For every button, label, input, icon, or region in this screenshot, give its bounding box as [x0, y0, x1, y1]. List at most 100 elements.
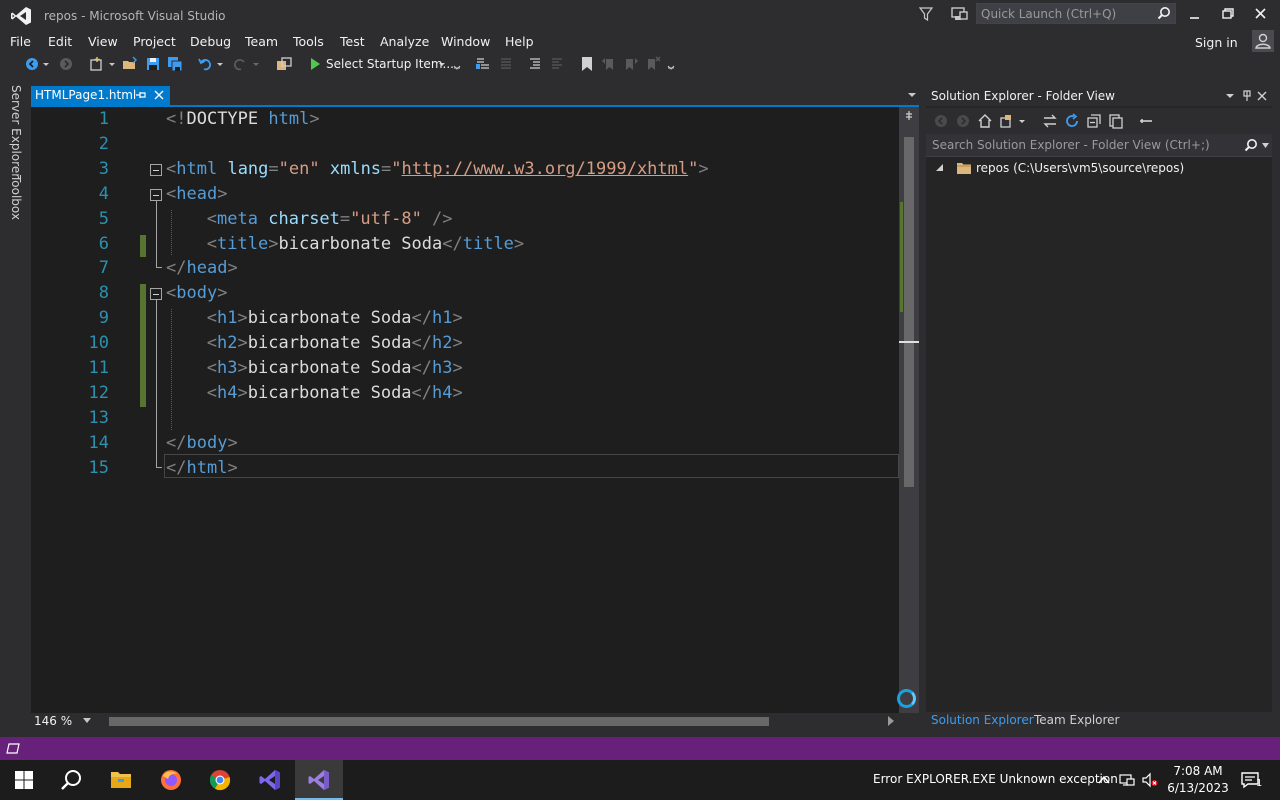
code-line[interactable]: <title>bicarbonate Soda</title> — [207, 234, 524, 254]
code-line[interactable]: <h3>bicarbonate Soda</h3> — [207, 358, 463, 378]
chevron-down-icon[interactable] — [216, 56, 224, 72]
collapse-region-icon[interactable] — [150, 163, 162, 176]
close-icon[interactable] — [1256, 90, 1268, 102]
code-line[interactable]: <h1>bicarbonate Soda</h1> — [207, 308, 463, 328]
code-line[interactable]: <h4>bicarbonate Soda</h4> — [207, 383, 463, 403]
close-button[interactable] — [1248, 4, 1274, 24]
code-line[interactable]: <html lang="en" xmlns="http://www.w3.org… — [166, 159, 709, 179]
sign-in-link[interactable]: Sign in — [1195, 35, 1238, 50]
format-icon[interactable] — [527, 56, 543, 72]
browse-icon[interactable] — [276, 56, 292, 72]
chevron-down-icon[interactable] — [108, 56, 116, 72]
clock-date[interactable]: 6/13/2023 — [1166, 781, 1230, 795]
start-button[interactable] — [0, 760, 48, 800]
minimize-button[interactable] — [1182, 4, 1208, 24]
solution-explorer-search[interactable] — [926, 134, 1272, 157]
menu-analyze[interactable]: Analyze — [380, 34, 429, 49]
expand-triangle-icon[interactable] — [936, 164, 944, 172]
solution-explorer-search-input[interactable] — [926, 136, 1244, 154]
toolbar-overflow-icon[interactable] — [666, 56, 676, 72]
menu-view[interactable]: View — [88, 34, 118, 49]
new-project-icon[interactable] — [88, 56, 104, 72]
code-line[interactable]: <head> — [166, 184, 227, 204]
menu-file[interactable]: File — [10, 34, 31, 49]
menu-debug[interactable]: Debug — [190, 34, 231, 49]
menu-project[interactable]: Project — [133, 34, 176, 49]
code-line[interactable]: <body> — [166, 283, 227, 303]
tree-item-repos[interactable]: repos (C:\Users\vm5\source\repos) — [926, 158, 1272, 178]
startup-item-dropdown[interactable]: Select Startup Item... — [326, 57, 454, 71]
visual-studio-code-button[interactable] — [246, 760, 294, 800]
code-line[interactable]: <h2>bicarbonate Soda</h2> — [207, 333, 463, 353]
pin-icon[interactable] — [1241, 90, 1253, 102]
collapse-region-icon[interactable] — [150, 188, 162, 201]
pin-icon[interactable] — [135, 89, 147, 101]
refresh-icon[interactable] — [1064, 113, 1080, 129]
vertical-scrollbar[interactable] — [899, 107, 919, 713]
solution-config-icon[interactable] — [475, 56, 491, 72]
chevron-down-icon[interactable] — [906, 90, 918, 100]
home-icon[interactable] — [977, 113, 993, 129]
chevron-down-icon[interactable] — [1018, 113, 1026, 129]
vertical-scroll-thumb[interactable] — [904, 137, 914, 487]
output-window-icon[interactable] — [6, 743, 20, 754]
network-icon[interactable] — [1119, 772, 1135, 788]
navigate-back-icon[interactable] — [24, 56, 40, 72]
show-all-files-icon[interactable] — [1108, 113, 1124, 129]
collapse-all-icon[interactable] — [1086, 113, 1102, 129]
undo-icon[interactable] — [197, 56, 213, 72]
search-icon[interactable] — [1157, 6, 1171, 20]
tab-team-explorer[interactable]: Team Explorer — [1034, 713, 1120, 727]
tray-error-message[interactable]: Error EXPLORER.EXE Unknown exception — [873, 772, 1118, 786]
quick-launch-box[interactable] — [976, 3, 1176, 24]
code-line[interactable]: </body> — [166, 433, 238, 453]
menu-team[interactable]: Team — [245, 34, 278, 49]
filter-icon[interactable] — [918, 6, 934, 22]
properties-icon[interactable] — [1138, 113, 1154, 129]
sync-icon[interactable] — [1042, 113, 1058, 129]
visual-studio-taskbar-button[interactable] — [295, 760, 343, 800]
start-debugging-icon[interactable] — [307, 56, 323, 72]
zoom-level[interactable]: 146 % — [34, 714, 72, 728]
open-file-icon[interactable] — [122, 56, 138, 72]
close-icon[interactable] — [153, 89, 165, 101]
editor-content[interactable]: 1 2 3 4 5 6 7 8 9 10 11 12 13 14 15 <!DOCTYPE html> <htm… — [31, 107, 899, 713]
code-link[interactable]: http://www.w3.org/1999/xhtml — [402, 159, 689, 179]
clock-time[interactable]: 7:08 AM — [1172, 764, 1224, 778]
feedback-icon[interactable] — [950, 5, 968, 23]
chrome-button[interactable] — [196, 760, 244, 800]
chevron-down-icon[interactable] — [42, 56, 50, 72]
account-icon[interactable] — [1252, 30, 1274, 52]
code-line[interactable]: </head> — [166, 258, 238, 278]
tab-toolbox[interactable]: Toolbox — [9, 175, 23, 220]
menu-edit[interactable]: Edit — [48, 34, 72, 49]
scroll-up-icon[interactable] — [903, 111, 915, 121]
volume-muted-icon[interactable] — [1142, 772, 1158, 788]
chevron-down-icon[interactable] — [1262, 143, 1269, 148]
restore-button[interactable] — [1215, 4, 1241, 24]
scroll-right-icon[interactable] — [887, 716, 895, 726]
collapse-region-icon[interactable] — [150, 288, 162, 301]
code-line[interactable]: <meta charset="utf-8" /> — [207, 209, 453, 229]
tab-server-explorer[interactable]: Server Explorer — [9, 85, 23, 178]
tab-solution-explorer[interactable]: Solution Explorer — [931, 713, 1034, 727]
search-icon[interactable] — [1244, 138, 1258, 152]
menu-window[interactable]: Window — [441, 34, 490, 49]
switch-views-icon[interactable] — [999, 113, 1015, 129]
code-line[interactable]: <!DOCTYPE html> — [166, 109, 320, 129]
search-button[interactable] — [48, 760, 96, 800]
chevron-down-icon[interactable] — [1224, 90, 1236, 102]
menu-tools[interactable]: Tools — [293, 34, 324, 49]
save-icon[interactable] — [145, 56, 161, 72]
document-tab[interactable]: HTMLPage1.html — [31, 86, 170, 105]
code-editor[interactable]: 1 2 3 4 5 6 7 8 9 10 11 12 13 14 15 <!DOCTYPE html> <htm… — [31, 107, 899, 713]
save-all-icon[interactable] — [167, 56, 183, 72]
chevron-up-icon[interactable] — [1096, 772, 1112, 788]
bookmark-icon[interactable] — [579, 56, 595, 72]
menu-test[interactable]: Test — [340, 34, 365, 49]
horizontal-scroll-thumb[interactable] — [109, 717, 769, 726]
menu-help[interactable]: Help — [505, 34, 534, 49]
file-explorer-button[interactable] — [97, 760, 145, 800]
firefox-button[interactable] — [147, 760, 195, 800]
quick-launch-input[interactable] — [977, 4, 1155, 23]
